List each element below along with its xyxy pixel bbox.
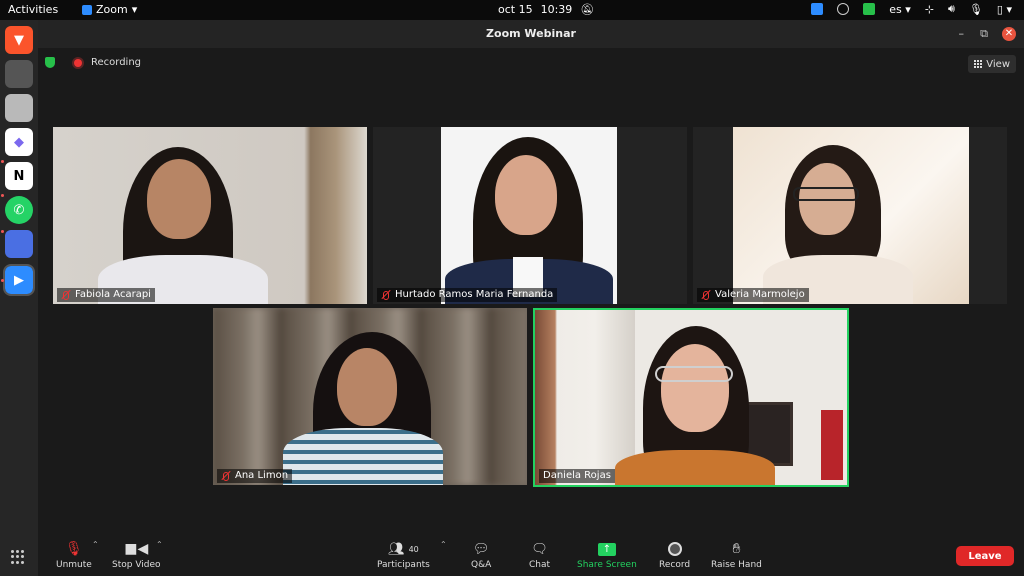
running-indicator <box>1 230 4 233</box>
participants-button[interactable]: 👥︎ 40 Participants <box>377 540 430 571</box>
record-button[interactable]: Record <box>659 540 690 570</box>
participants-count: 40 <box>408 544 419 554</box>
participant-name-label: Daniela Rojas <box>543 470 611 481</box>
video-stage: Recording View Fabiola Acarapi Hurtado R… <box>38 48 1024 536</box>
stop-video-label: Stop Video <box>112 560 161 570</box>
participants-icon: 👥︎ <box>388 541 405 557</box>
participant-name: Valeria Marmolejo <box>697 288 809 302</box>
video-tile[interactable]: Valeria Marmolejo <box>693 127 1007 304</box>
qa-button[interactable]: 💬︎ Q&A <box>471 540 492 571</box>
audio-options-chevron-icon[interactable]: ⌃ <box>92 540 99 549</box>
running-indicator <box>1 194 4 197</box>
time-label: 10:39 <box>540 3 573 16</box>
date-label: oct 15 <box>498 3 533 16</box>
security-shield-icon[interactable] <box>45 57 55 68</box>
qa-icon: 💬︎ <box>472 541 490 557</box>
battery-icon[interactable]: ▯ ▾ <box>997 3 1012 16</box>
participant-name-label: Valeria Marmolejo <box>715 289 805 300</box>
notifications-off-icon: 🔕︎ <box>580 3 595 16</box>
window-titlebar: Zoom Webinar – ⧉ ✕ <box>38 20 1024 48</box>
minimize-button[interactable]: – <box>959 27 965 40</box>
leave-button[interactable]: Leave <box>956 546 1014 566</box>
whatsapp-tray-icon[interactable] <box>837 3 850 15</box>
video-tile[interactable]: Hurtado Ramos Maria Fernanda <box>373 127 687 304</box>
app-menu-label: Zoom <box>96 3 128 16</box>
language-label: es <box>889 2 902 16</box>
participant-name-label: Fabiola Acarapi <box>75 289 151 300</box>
whatsapp-icon[interactable]: ✆ <box>5 196 33 224</box>
chat-button[interactable]: 🗨︎ Chat <box>529 540 551 571</box>
show-apps-icon[interactable] <box>11 550 25 564</box>
volume-icon[interactable]: 🔊︎ <box>948 2 955 16</box>
participant-name-label: Hurtado Ramos Maria Fernanda <box>395 289 554 300</box>
language-selector[interactable]: es ▾ <box>889 3 911 16</box>
raise-hand-button[interactable]: ✋︎ Raise Hand <box>711 540 762 570</box>
clickup-icon[interactable]: ◆ <box>5 128 33 156</box>
muted-mic-icon <box>381 291 390 300</box>
system-top-bar: Activities Zoom ▾ oct 15 10:39 🔕︎ es ▾ ⊹… <box>0 0 1024 20</box>
unmute-label: Unmute <box>56 560 92 570</box>
close-button[interactable]: ✕ <box>1002 27 1016 41</box>
zoom-app-icon <box>82 4 92 15</box>
view-label: View <box>986 58 1010 70</box>
share-screen-icon: ↑ <box>597 540 616 558</box>
dock: ▼ ◆ N ✆ ▶ <box>0 20 38 576</box>
share-screen-label: Share Screen <box>577 560 637 570</box>
muted-mic-icon <box>221 472 230 481</box>
running-indicator <box>1 160 4 163</box>
microphone-icon[interactable]: 🎙︎ <box>969 3 983 16</box>
participant-name-label: Ana Limon <box>235 470 289 481</box>
files-icon[interactable] <box>5 94 33 122</box>
app-menu[interactable]: Zoom ▾ <box>82 3 137 16</box>
chat-icon: 🗨︎ <box>531 541 548 557</box>
muted-mic-icon <box>701 291 710 300</box>
record-label: Record <box>659 560 691 570</box>
video-camera-icon: ■◀ <box>124 541 149 557</box>
brave-browser-icon[interactable]: ▼ <box>5 26 33 54</box>
chat-label: Chat <box>529 560 551 570</box>
qa-label: Q&A <box>471 560 492 570</box>
calendar-icon[interactable] <box>5 230 33 258</box>
video-options-chevron-icon[interactable]: ⌃ <box>156 540 163 549</box>
zoom-tray-icon[interactable] <box>811 3 824 15</box>
record-icon <box>667 540 682 558</box>
recording-label: Recording <box>91 57 142 68</box>
network-icon[interactable]: ⊹ <box>925 3 934 16</box>
muted-microphone-icon: 🎙︎ <box>65 541 83 557</box>
participants-icon-row: 👥︎ 40 <box>388 540 419 558</box>
participants-options-chevron-icon[interactable]: ⌃ <box>440 540 447 549</box>
window-title: Zoom Webinar <box>486 27 576 40</box>
clock[interactable]: oct 15 10:39 🔕︎ <box>498 3 594 16</box>
share-screen-button[interactable]: ↑ Share Screen <box>577 540 637 570</box>
restore-button[interactable]: ⧉ <box>980 27 988 41</box>
participants-label: Participants <box>377 560 430 570</box>
recording-icon <box>74 59 82 67</box>
active-speaker-tile[interactable]: Daniela Rojas <box>533 308 849 487</box>
activities-button[interactable]: Activities <box>8 3 58 16</box>
running-indicator <box>1 279 4 282</box>
participant-name: Hurtado Ramos Maria Fernanda <box>377 288 558 302</box>
raise-hand-label: Raise Hand <box>711 560 762 570</box>
participant-name: Fabiola Acarapi <box>57 288 155 302</box>
stop-video-button[interactable]: ■◀ Stop Video <box>112 540 161 570</box>
chevron-down-icon: ▾ <box>131 3 138 16</box>
image-viewer-icon[interactable] <box>5 60 33 88</box>
participant-name: Ana Limon <box>217 469 293 483</box>
zoom-icon[interactable]: ▶ <box>3 264 35 296</box>
notion-icon[interactable]: N <box>5 162 33 190</box>
shield-tray-icon[interactable] <box>863 3 876 15</box>
video-tile[interactable]: Ana Limon <box>213 308 527 485</box>
grid-icon <box>974 60 983 68</box>
view-button[interactable]: View <box>968 55 1016 73</box>
video-tile[interactable]: Fabiola Acarapi <box>53 127 367 304</box>
meeting-toolbar: 🎙︎ Unmute ⌃ ■◀ Stop Video ⌃ 👥︎ 40 Partici… <box>38 536 1024 576</box>
muted-mic-icon <box>61 291 70 300</box>
system-tray: es ▾ ⊹ 🔊︎ 🎙︎ ▯ ▾ <box>811 2 1012 16</box>
hand-icon: ✋︎ <box>732 541 741 557</box>
participant-name: Daniela Rojas <box>539 469 615 483</box>
unmute-button[interactable]: 🎙︎ Unmute <box>56 540 92 570</box>
